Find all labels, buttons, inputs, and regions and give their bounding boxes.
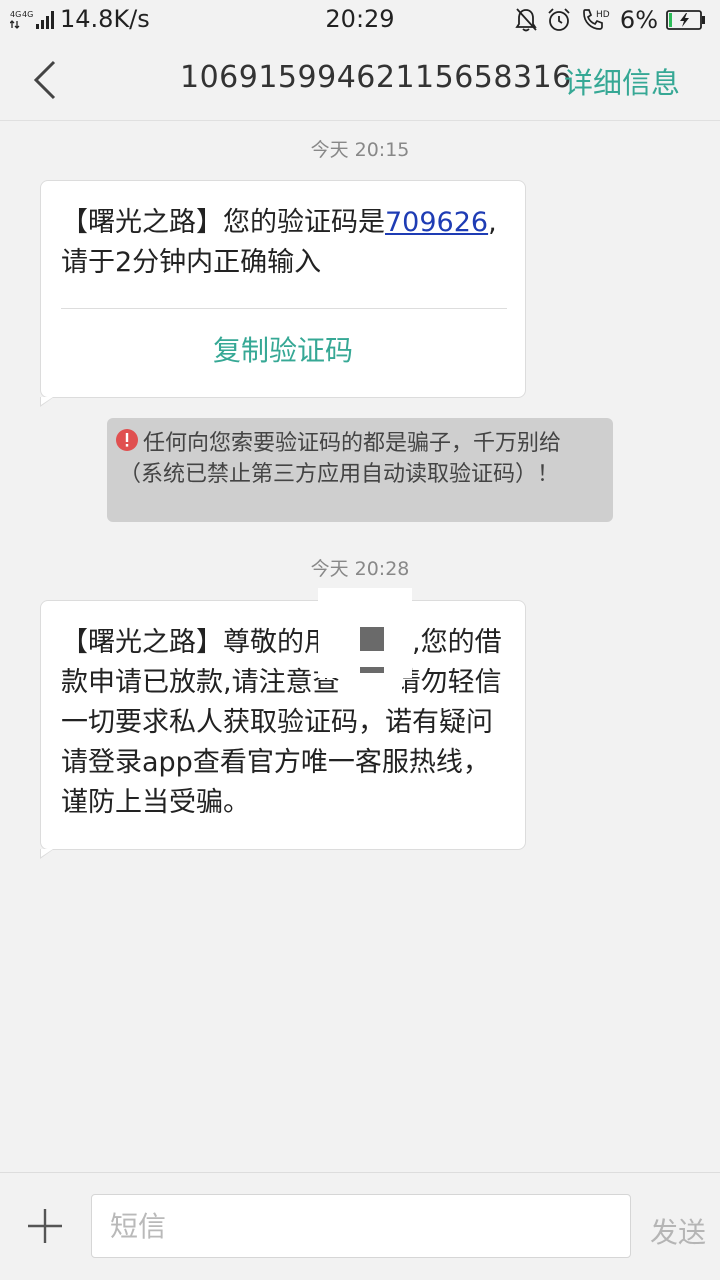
warning-text: 任何向您索要验证码的都是骗子，千万别给（系统已禁止第三方应用自动读取验证码）！ xyxy=(119,431,562,487)
back-arrow-icon[interactable] xyxy=(28,58,64,102)
message-text: 【曙光之路】尊敬的用户您好,您的借款申请已放款,请注意查收。请勿轻信一切要求私人… xyxy=(61,627,502,818)
security-warning: 任何向您索要验证码的都是骗子，千万别给（系统已禁止第三方应用自动读取验证码）！ xyxy=(107,418,613,522)
sender-number: 10691599462115658316 xyxy=(180,60,572,95)
battery-percent: 6% xyxy=(619,6,658,34)
plus-icon[interactable] xyxy=(26,1207,64,1245)
message-timestamp: 今天 20:28 xyxy=(310,558,410,580)
conversation-header: 10691599462115658316 详细信息 xyxy=(0,40,720,121)
status-right-icons: HD 6% xyxy=(506,6,706,34)
alarm-icon xyxy=(548,8,570,31)
alert-icon xyxy=(116,429,138,451)
bubble-tail-inner xyxy=(41,849,53,857)
message-text: 【曙光之路】您的验证码是709626,请于2分钟内正确输入 xyxy=(61,203,507,283)
compose-bar: 发送 xyxy=(0,1172,720,1280)
message-bubble-loan[interactable]: 【曙光之路】尊敬的用户您好,您的借款申请已放款,请注意查收。请勿轻信一切要求私人… xyxy=(40,600,526,859)
message-prefix: 【曙光之路】您的验证码是 xyxy=(61,207,385,238)
sms-conversation-screen: 4G 4G 14.8K/s 20:29 HD 6% 10691599462115… xyxy=(0,0,720,1280)
hd-call-icon: HD xyxy=(583,9,610,30)
detail-info-button[interactable]: 详细信息 xyxy=(564,60,680,102)
verification-code-link[interactable]: 709626 xyxy=(385,207,488,238)
send-button[interactable]: 发送 xyxy=(650,1211,706,1251)
message-bubble-verification[interactable]: 【曙光之路】您的验证码是709626,请于2分钟内正确输入 复制验证码 xyxy=(40,180,526,407)
bubble-divider xyxy=(61,308,507,309)
svg-text:HD: HD xyxy=(596,10,610,20)
bubble-tail-inner xyxy=(41,397,53,405)
mute-bell-icon xyxy=(515,8,537,32)
redaction-mask xyxy=(340,660,402,694)
battery-charging-icon xyxy=(666,10,705,30)
redaction-mask-dark xyxy=(360,627,384,651)
redaction-mask-dark xyxy=(360,667,384,673)
message-timestamp: 今天 20:15 xyxy=(310,139,410,161)
message-input[interactable] xyxy=(91,1194,631,1258)
copy-code-button[interactable]: 复制验证码 xyxy=(41,329,525,369)
status-bar: 4G 4G 14.8K/s 20:29 HD 6% xyxy=(0,0,720,40)
